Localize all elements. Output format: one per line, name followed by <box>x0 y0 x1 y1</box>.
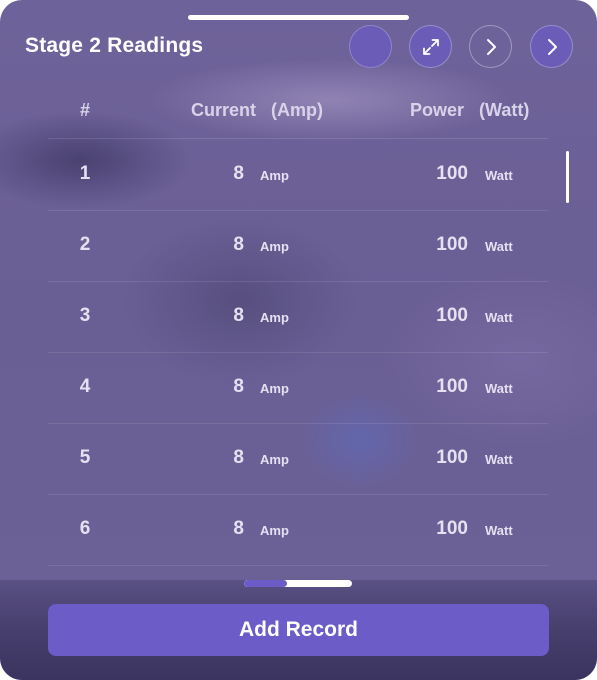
row-power-unit: Watt <box>485 452 513 467</box>
table-row[interactable]: 2 8 Amp 100 Watt <box>48 210 548 282</box>
expand-icon <box>422 38 439 55</box>
row-power-unit: Watt <box>485 239 513 254</box>
row-current-unit: Amp <box>260 523 289 538</box>
chevron-right-icon <box>486 38 496 55</box>
row-power-value: 100 <box>436 518 468 539</box>
row-index: 5 <box>79 447 91 468</box>
column-header-current: Current (Amp) <box>191 100 323 121</box>
row-index: 1 <box>79 163 91 184</box>
row-current-unit: Amp <box>260 310 289 325</box>
table-row[interactable]: 6 8 Amp 100 Watt <box>48 494 548 566</box>
horizontal-scrollbar-thumb[interactable] <box>244 580 288 587</box>
row-power-unit: Watt <box>485 168 513 183</box>
panel-title: Stage 2 Readings <box>25 34 204 57</box>
column-header-current-unit: (Amp) <box>271 100 324 120</box>
row-index: 2 <box>79 234 91 255</box>
next-button[interactable] <box>469 25 512 68</box>
readings-panel: Stage 2 Readings # Current (Amp) Power (… <box>0 0 597 680</box>
add-record-button[interactable]: Add Record <box>48 604 549 656</box>
row-power-unit: Watt <box>485 523 513 538</box>
row-power-value: 100 <box>436 305 468 326</box>
row-power-unit: Watt <box>485 310 513 325</box>
row-index: 4 <box>79 376 91 397</box>
column-header-index: # <box>79 100 90 120</box>
row-power-value: 100 <box>436 447 468 468</box>
row-index: 3 <box>79 305 91 326</box>
table-row[interactable]: 3 8 Amp 100 Watt <box>48 281 548 353</box>
table-row[interactable]: 1 8 Amp 100 Watt <box>48 139 548 211</box>
row-current-unit: Amp <box>260 168 289 183</box>
column-header-power: Power (Watt) <box>410 100 529 121</box>
row-current-value: 8 <box>233 305 244 326</box>
column-header-power-unit: (Watt) <box>479 100 530 120</box>
chevron-right-icon <box>547 38 557 55</box>
vertical-scrollbar[interactable] <box>566 151 569 203</box>
table-row[interactable]: 4 8 Amp 100 Watt <box>48 352 548 424</box>
column-header-power-label: Power <box>410 100 465 120</box>
row-power-value: 100 <box>436 234 468 255</box>
drag-handle[interactable] <box>188 15 409 20</box>
row-current-value: 8 <box>233 234 244 255</box>
row-power-unit: Watt <box>485 381 513 396</box>
row-power-value: 100 <box>436 163 468 184</box>
row-current-value: 8 <box>233 163 244 184</box>
row-index: 6 <box>79 518 91 539</box>
column-header-current-label: Current <box>191 100 257 120</box>
row-current-value: 8 <box>233 376 244 397</box>
row-current-unit: Amp <box>260 452 289 467</box>
row-current-value: 8 <box>233 518 244 539</box>
horizontal-scrollbar[interactable] <box>244 580 352 587</box>
row-current-unit: Amp <box>260 239 289 254</box>
row-current-value: 8 <box>233 447 244 468</box>
expand-button[interactable] <box>409 25 452 68</box>
row-current-unit: Amp <box>260 381 289 396</box>
row-power-value: 100 <box>436 376 468 397</box>
record-button[interactable] <box>349 25 392 68</box>
table-row[interactable]: 5 8 Amp 100 Watt <box>48 423 548 495</box>
forward-button[interactable] <box>530 25 573 68</box>
